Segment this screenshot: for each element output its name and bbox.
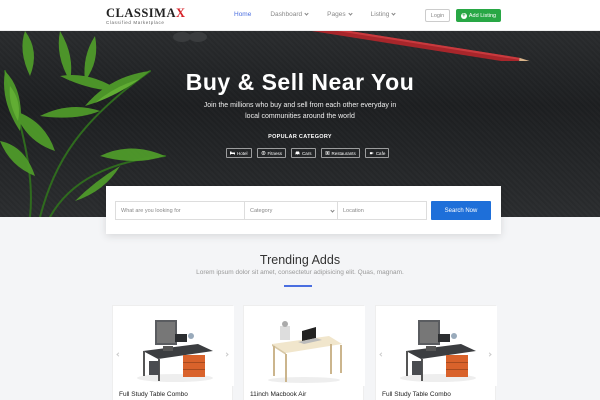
nav-item-dashboard[interactable]: Dashboard <box>270 11 309 18</box>
listing-title[interactable]: Full Study Table Combo <box>119 391 188 398</box>
listing-card[interactable]: Full Study Table Combo <box>375 305 497 400</box>
category-select-value: Category <box>250 207 273 214</box>
restaurant-icon <box>325 151 329 155</box>
search-now-button[interactable]: Search Now <box>431 201 491 220</box>
scissors-decoration <box>173 32 207 42</box>
section-divider <box>284 285 312 287</box>
category-label: Restaurants <box>331 150 356 156</box>
logo-tagline: Classified Marketplace <box>106 19 165 25</box>
nav-item-listing[interactable]: Listing <box>371 11 397 18</box>
category-label: Fitness <box>267 150 283 156</box>
chevron-down-icon <box>304 11 309 16</box>
category-fitness[interactable]: Fitness <box>256 148 287 158</box>
plus-circle-icon: + <box>460 12 467 19</box>
keyword-search-input[interactable]: What are you looking for <box>115 201 245 220</box>
location-input[interactable]: Location <box>337 201 427 220</box>
nav-item-pages[interactable]: Pages <box>327 11 353 18</box>
chevron-down-icon <box>391 11 397 16</box>
nav-item-home[interactable]: Home <box>234 11 251 18</box>
listing-title[interactable]: Full Study Table Combo <box>382 391 451 398</box>
category-cars[interactable]: Cars <box>291 148 316 158</box>
site-header: CLASSIMAX Classified Marketplace Home Da… <box>0 0 600 31</box>
login-button[interactable]: Login <box>425 9 450 22</box>
macbook-desk-image[interactable] <box>244 306 365 386</box>
category-hotel[interactable]: Hotel <box>226 148 252 158</box>
trending-title: Trending Adds <box>259 253 341 267</box>
category-select[interactable]: Category <box>244 201 340 220</box>
category-restaurants[interactable]: Restaurants <box>320 148 360 158</box>
listing-card[interactable]: Full Study Table Combo <box>112 305 234 400</box>
add-listing-button[interactable]: + Add Listing <box>456 9 501 22</box>
category-label: Hotel <box>237 150 248 156</box>
chevron-down-icon <box>330 208 335 213</box>
popular-category-list: Hotel Fitness Cars Restaurants Cafe <box>226 148 390 158</box>
study-table-image[interactable] <box>113 306 234 386</box>
car-icon <box>295 151 300 155</box>
coffee-icon <box>369 152 374 155</box>
bed-icon <box>230 151 235 155</box>
logo[interactable]: CLASSIMAX Classified Marketplace <box>106 7 186 25</box>
trending-subtitle: Lorem ipsum dolor sit amet, consectetur … <box>196 269 404 276</box>
category-cafe[interactable]: Cafe <box>364 148 390 158</box>
popular-category-label: POPULAR CATEGORY <box>268 134 332 140</box>
category-label: Cars <box>302 150 312 156</box>
hero-subtitle: Join the millions who buy and sell from … <box>203 102 397 120</box>
logo-wordmark: CLASSIMAX <box>106 6 186 20</box>
add-listing-label: Add Listing <box>468 12 497 19</box>
fitness-icon <box>261 151 265 155</box>
search-form: What are you looking for Category Locati… <box>106 186 501 234</box>
main-nav: Home Dashboard Pages Listing <box>234 11 414 18</box>
listing-card[interactable]: 11inch Macbook Air <box>243 305 365 400</box>
hero-title: Buy & Sell Near You <box>185 69 415 95</box>
pencil-decoration <box>252 31 539 61</box>
study-table-image[interactable] <box>376 306 497 386</box>
listing-title[interactable]: 11inch Macbook Air <box>250 391 306 398</box>
category-label: Cafe <box>375 150 386 156</box>
chevron-down-icon <box>347 11 353 16</box>
